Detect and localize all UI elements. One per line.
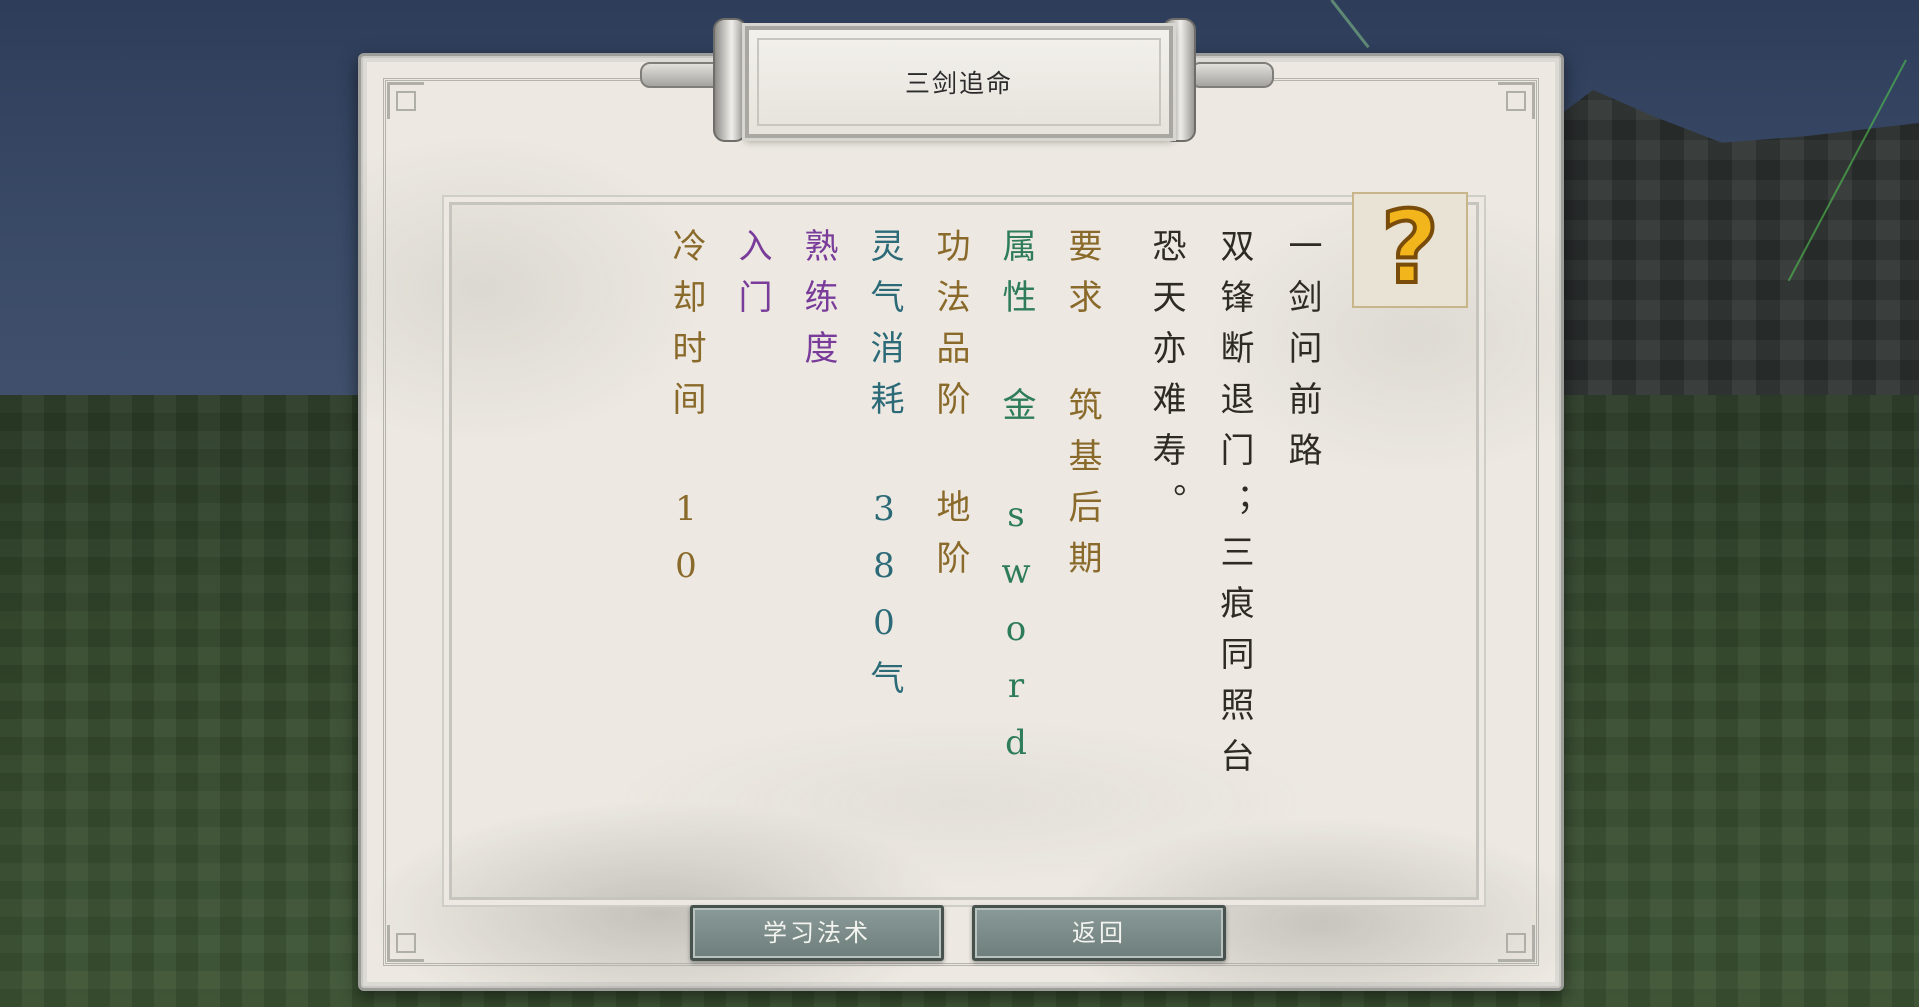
verse-line-2: 双锋断退门；三痕同照台 (1214, 228, 1254, 789)
cost-column: 灵气消耗 380气 (864, 228, 904, 711)
frame-corner-ornament (1498, 82, 1535, 119)
verse-line-1: 一剑问前路 (1282, 228, 1322, 483)
spell-title: 三剑追命 (904, 69, 1013, 98)
frame-corner-ornament (387, 82, 424, 119)
learn-spell-button[interactable]: 学习法术 (690, 905, 944, 961)
cooldown-column: 冷却时间 10 (666, 228, 706, 603)
question-mark-icon: ? (1379, 188, 1441, 308)
frame-corner-ornament (1498, 925, 1535, 962)
scroll-handle-left (640, 62, 724, 88)
help-button[interactable]: ? (1352, 188, 1468, 308)
grade-column: 功法品阶 地阶 (930, 228, 970, 591)
title-banner: 三剑追命 (745, 26, 1173, 138)
proficiency-value: 入门 (732, 228, 772, 330)
scroll-roller-left (713, 18, 747, 142)
requirement-column: 要求 筑基后期 (1062, 228, 1102, 591)
verse-line-3: 恐天亦难寿。 (1146, 228, 1186, 534)
back-button[interactable]: 返回 (972, 905, 1226, 961)
element-column: 属性 金 sword (996, 228, 1036, 780)
scroll-handle-right (1190, 62, 1274, 88)
proficiency-label: 熟练度 (798, 228, 838, 381)
frame-corner-ornament (387, 925, 424, 962)
